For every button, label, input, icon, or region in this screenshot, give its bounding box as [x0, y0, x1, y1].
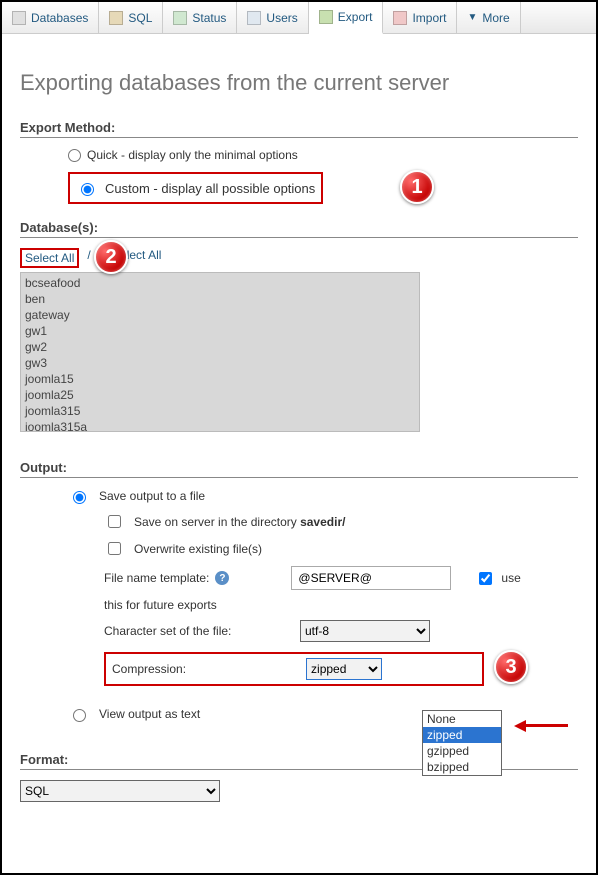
- chevron-down-icon: ▼: [467, 12, 477, 23]
- section-export-method: Export Method:: [20, 120, 578, 138]
- tab-label: Import: [412, 11, 446, 25]
- tab-export[interactable]: Export: [309, 2, 384, 34]
- radio-quick-row[interactable]: Quick - display only the minimal options: [68, 148, 578, 162]
- list-item[interactable]: bcseafood: [25, 275, 415, 291]
- compression-label: Compression:: [112, 662, 186, 676]
- compression-option[interactable]: zipped: [423, 727, 501, 743]
- cb-save-server-row[interactable]: Save on server in the directory savedir/: [104, 512, 578, 531]
- list-item[interactable]: gateway: [25, 307, 415, 323]
- cb-overwrite[interactable]: [108, 542, 121, 555]
- list-item[interactable]: gw3: [25, 355, 415, 371]
- db-select-links: Select All / Unselect All 2: [20, 248, 578, 268]
- cb-overwrite-row[interactable]: Overwrite existing file(s): [104, 539, 578, 558]
- compression-dropdown-open: Nonezippedgzippedbzipped: [422, 710, 502, 776]
- list-item[interactable]: joomla315a: [25, 419, 415, 432]
- format-select[interactable]: SQL: [20, 780, 220, 802]
- status-icon: [173, 11, 187, 25]
- top-nav-tabs: Databases SQL Status Users Export Import…: [2, 2, 596, 34]
- radio-save-file[interactable]: [73, 491, 86, 504]
- tab-label: Status: [192, 11, 226, 25]
- filename-template-input[interactable]: [291, 566, 451, 590]
- export-icon: [319, 10, 333, 24]
- tab-label: SQL: [128, 11, 152, 25]
- import-icon: [393, 11, 407, 25]
- annotation-badge-3: 3: [494, 650, 528, 684]
- tab-status[interactable]: Status: [163, 2, 237, 33]
- annotation-badge-2: 2: [94, 240, 128, 274]
- compression-option[interactable]: bzipped: [423, 759, 501, 775]
- list-item[interactable]: joomla25: [25, 387, 415, 403]
- tab-import[interactable]: Import: [383, 2, 457, 33]
- output-block: Save output to a file Save on server in …: [20, 488, 578, 722]
- list-item[interactable]: joomla315: [25, 403, 415, 419]
- cb-use-future[interactable]: [479, 572, 492, 585]
- section-databases: Database(s):: [20, 220, 578, 238]
- charset-label: Character set of the file:: [104, 624, 294, 638]
- sql-icon: [109, 11, 123, 25]
- compression-option[interactable]: gzipped: [423, 743, 501, 759]
- tab-sql[interactable]: SQL: [99, 2, 163, 33]
- compression-select[interactable]: zipped: [306, 658, 382, 680]
- cb-use-label: use: [501, 571, 520, 585]
- tab-users[interactable]: Users: [237, 2, 308, 33]
- future-exports-text: this for future exports: [104, 598, 217, 612]
- annotation-arrow: [514, 718, 568, 732]
- tab-databases[interactable]: Databases: [2, 2, 99, 33]
- radio-view-text[interactable]: [73, 709, 86, 722]
- radio-save-file-label: Save output to a file: [99, 489, 205, 503]
- radio-custom-highlight: Custom - display all possible options 1: [68, 172, 323, 204]
- list-item[interactable]: gw1: [25, 323, 415, 339]
- tab-label: Databases: [31, 11, 88, 25]
- database-multiselect[interactable]: bcseafoodbengatewaygw1gw2gw3joomla15joom…: [20, 272, 420, 432]
- radio-view-text-label: View output as text: [99, 707, 200, 721]
- cb-save-server[interactable]: [108, 515, 121, 528]
- radio-quick-label: Quick - display only the minimal options: [87, 148, 298, 162]
- radio-quick[interactable]: [68, 149, 81, 162]
- cb-overwrite-label: Overwrite existing file(s): [134, 542, 262, 556]
- annotation-badge-1: 1: [400, 170, 434, 204]
- users-icon: [247, 11, 261, 25]
- tab-label: Users: [266, 11, 297, 25]
- main-content: Exporting databases from the current ser…: [2, 34, 596, 820]
- compression-option[interactable]: None: [423, 711, 501, 727]
- charset-select[interactable]: utf-8: [300, 620, 430, 642]
- radio-custom[interactable]: [81, 183, 94, 196]
- list-item[interactable]: gw2: [25, 339, 415, 355]
- database-icon: [12, 11, 26, 25]
- tab-label: More: [482, 11, 509, 25]
- help-icon[interactable]: ?: [215, 571, 229, 585]
- list-item[interactable]: ben: [25, 291, 415, 307]
- compression-highlight: Compression: zipped 3: [104, 652, 484, 686]
- section-output: Output:: [20, 460, 578, 478]
- tab-more[interactable]: ▼ More: [457, 2, 520, 33]
- list-item[interactable]: joomla15: [25, 371, 415, 387]
- radio-save-file-row[interactable]: Save output to a file: [68, 488, 578, 504]
- cb-save-server-label: Save on server in the directory savedir/: [134, 515, 345, 529]
- tab-label: Export: [338, 10, 373, 24]
- filename-template-label: File name template:: [104, 571, 209, 585]
- radio-custom-label: Custom - display all possible options: [105, 181, 315, 196]
- select-all-link[interactable]: Select All: [25, 251, 74, 265]
- export-method-group: Quick - display only the minimal options…: [20, 148, 578, 204]
- select-all-highlight: Select All: [20, 248, 79, 268]
- page-title: Exporting databases from the current ser…: [20, 70, 578, 96]
